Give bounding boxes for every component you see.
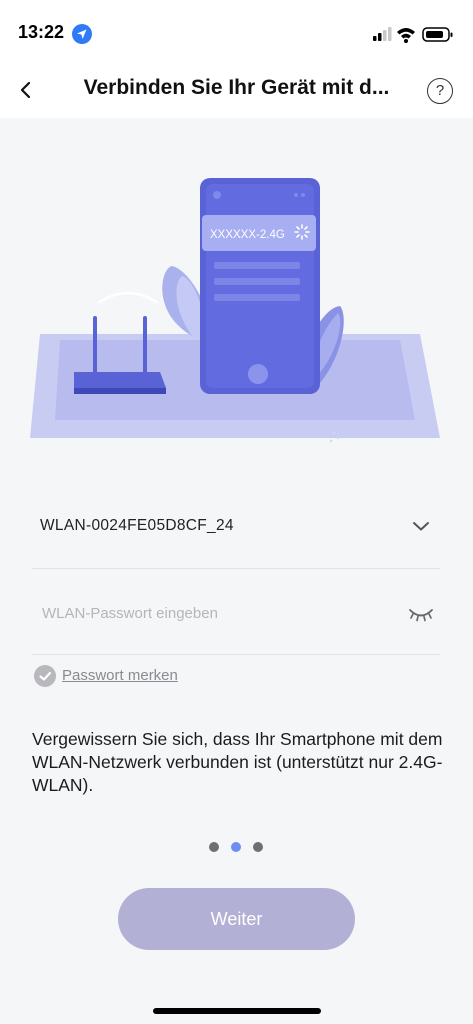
wifi-password-field bbox=[32, 570, 440, 655]
eye-closed-icon[interactable] bbox=[408, 604, 434, 624]
home-indicator bbox=[153, 1008, 321, 1014]
page-dot bbox=[253, 842, 263, 852]
content-area: XXXXXX-2.4G WLAN-0024FE05D8CF_24 Passwor… bbox=[0, 118, 473, 1024]
status-icons bbox=[373, 24, 455, 44]
page-dot bbox=[209, 842, 219, 852]
page-dot-active bbox=[231, 842, 241, 852]
back-button[interactable] bbox=[12, 76, 40, 104]
router-phone-illustration: XXXXXX-2.4G bbox=[30, 178, 440, 443]
wifi-password-input[interactable] bbox=[40, 598, 384, 628]
page-indicator bbox=[209, 842, 269, 854]
wifi-ssid-select[interactable]: WLAN-0024FE05D8CF_24 bbox=[32, 484, 440, 569]
next-button[interactable]: Weiter bbox=[118, 888, 355, 950]
page-title: Verbinden Sie Ihr Gerät mit d... bbox=[83, 76, 390, 99]
remember-password-label[interactable]: Passwort merken bbox=[62, 667, 178, 684]
chevron-left-icon bbox=[20, 81, 31, 99]
checkmark-icon bbox=[34, 665, 56, 687]
navigation-bar: Verbinden Sie Ihr Gerät mit d... ? bbox=[0, 62, 473, 118]
chevron-down-icon[interactable] bbox=[410, 517, 432, 535]
help-button[interactable]: ? bbox=[427, 78, 453, 104]
wifi-hint-text: Vergewissern Sie sich, dass Ihr Smartpho… bbox=[32, 729, 443, 795]
status-time: 13:22 bbox=[18, 22, 65, 42]
setup-illustration: XXXXXX-2.4G bbox=[0, 158, 473, 478]
wifi-ssid-value: WLAN-0024FE05D8CF_24 bbox=[40, 517, 234, 534]
signal-wifi-battery-icons bbox=[373, 27, 453, 43]
network-name-label: XXXXXX-2.4G bbox=[210, 229, 285, 241]
status-bar: 13:22 bbox=[0, 0, 473, 62]
location-arrow-icon bbox=[72, 24, 92, 44]
